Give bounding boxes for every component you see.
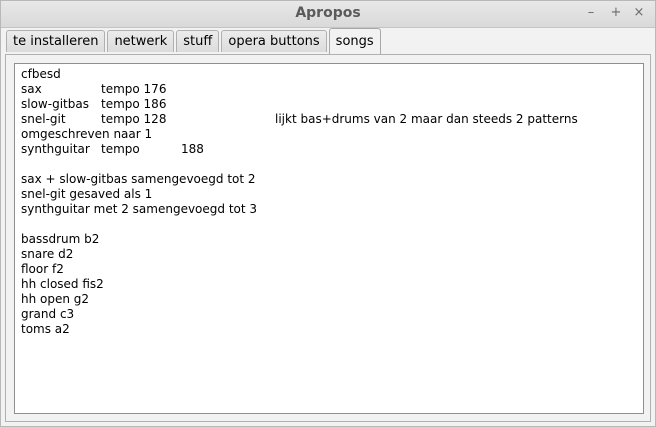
text-segment: tempo 176 — [101, 82, 167, 96]
text-line: grand c3 — [21, 307, 637, 322]
text-line: snel-git tempo 128 lijkt bas+drums van 2 m… — [21, 112, 637, 127]
tab-panel-songs: cfbesd sax tempo 176 slow-gitbas tempo 186 sn… — [5, 54, 651, 422]
text-segment: toms a2 — [21, 322, 70, 336]
window-title: Apropos — [295, 5, 361, 21]
text-line: omgeschreven naar 1 — [21, 127, 637, 142]
text-segment: snel-git gesaved als 1 — [21, 187, 153, 201]
text-segment: lijkt bas+drums van 2 maar dan steeds 2 … — [275, 112, 578, 126]
text-segment: snel-git — [21, 112, 66, 126]
text-line: sax tempo 176 — [21, 82, 637, 97]
title-bar[interactable]: Apropos – + × — [1, 1, 655, 28]
text-segment: bassdrum b2 — [21, 232, 100, 246]
text-line: snare d2 — [21, 247, 637, 262]
text-segment: hh open g2 — [21, 292, 90, 306]
text-segment: 188 — [181, 142, 204, 156]
minimize-button[interactable]: – — [582, 4, 600, 22]
text-line — [21, 217, 637, 232]
text-segment: slow-gitbas — [21, 97, 89, 111]
text-segment: sax — [21, 82, 42, 96]
text-segment: synthguitar met 2 samengevoegd tot 3 — [21, 202, 258, 216]
tab-opera-buttons[interactable]: opera buttons — [221, 30, 327, 52]
text-line: synthguitar met 2 samengevoegd tot 3 — [21, 202, 637, 217]
tab-bar: te installeren netwerk stuff opera butto… — [6, 28, 383, 54]
text-line: floor f2 — [21, 262, 637, 277]
text-segment: cfbesd — [21, 67, 61, 81]
tab-songs[interactable]: songs — [328, 28, 381, 54]
text-line: hh open g2 — [21, 292, 637, 307]
text-segment: tempo 186 — [101, 97, 167, 111]
text-line: snel-git gesaved als 1 — [21, 187, 637, 202]
text-line: cfbesd — [21, 67, 637, 82]
text-segment: sax + slow-gitbas samengevoegd tot 2 — [21, 172, 256, 186]
text-segment: tempo 128 — [101, 112, 167, 126]
close-button[interactable]: × — [630, 4, 648, 22]
songs-text-area[interactable]: cfbesd sax tempo 176 slow-gitbas tempo 186 sn… — [14, 63, 644, 414]
text-segment: snare d2 — [21, 247, 74, 261]
text-segment: tempo — [101, 142, 140, 156]
text-line: toms a2 — [21, 322, 637, 337]
text-segment: hh closed fis2 — [21, 277, 104, 291]
text-line: synthguitar tempo 188 — [21, 142, 637, 157]
tab-te-installeren[interactable]: te installeren — [6, 30, 106, 52]
text-line — [21, 157, 637, 172]
text-segment: floor f2 — [21, 262, 64, 276]
text-line: bassdrum b2 — [21, 232, 637, 247]
tab-stuff[interactable]: stuff — [176, 30, 220, 52]
text-line: slow-gitbas tempo 186 — [21, 97, 637, 112]
text-segment: grand c3 — [21, 307, 75, 321]
text-line: sax + slow-gitbas samengevoegd tot 2 — [21, 172, 637, 187]
tab-netwerk[interactable]: netwerk — [107, 30, 175, 52]
text-segment: omgeschreven naar 1 — [21, 127, 153, 141]
maximize-button[interactable]: + — [607, 4, 625, 22]
text-line: hh closed fis2 — [21, 277, 637, 292]
text-segment: synthguitar — [21, 142, 90, 156]
apropos-window: Apropos – + × te installeren netwerk stu… — [0, 0, 656, 427]
